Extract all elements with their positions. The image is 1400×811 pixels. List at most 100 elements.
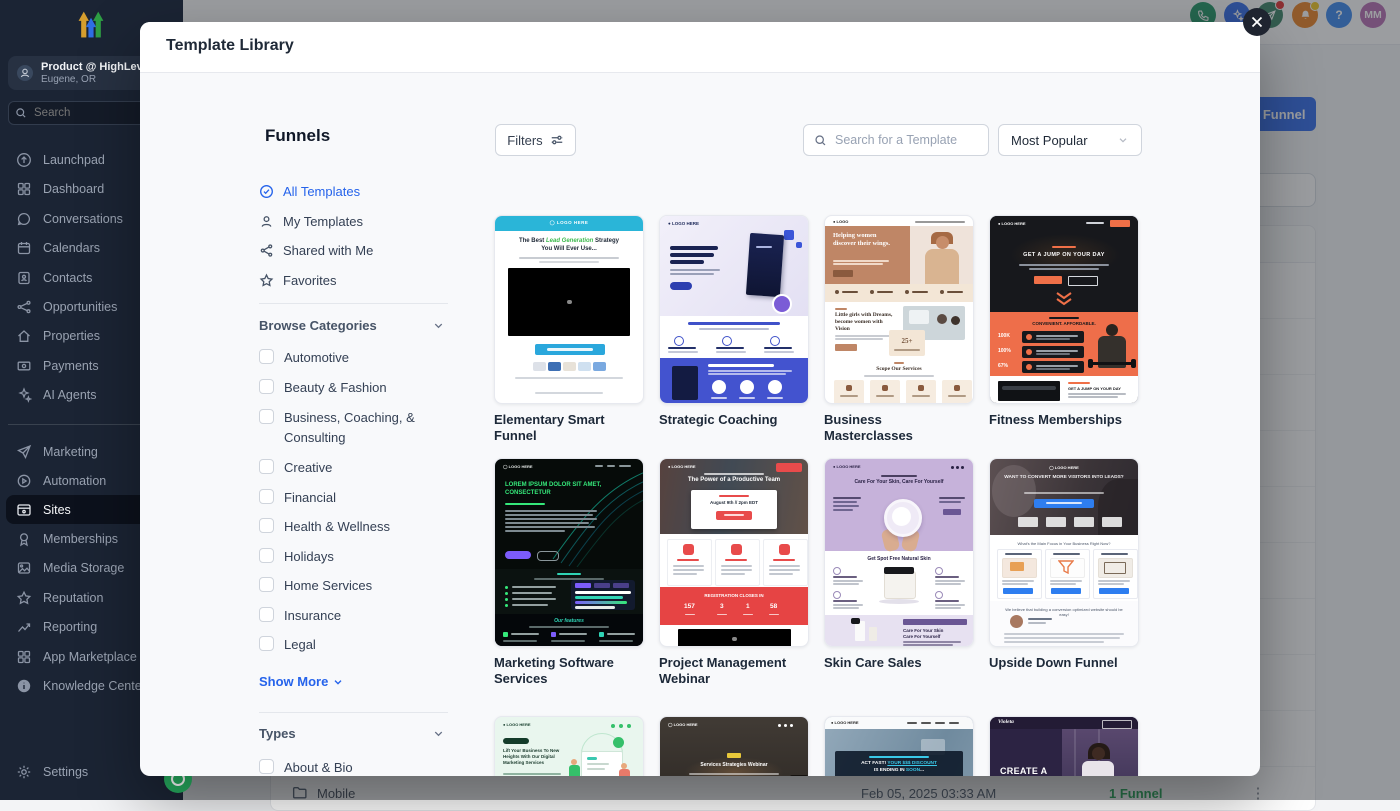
template-card[interactable]: ◯ LOGO HERE The Best Lead Generation Str… (494, 215, 644, 444)
template-title: Project Management Webinar (659, 655, 787, 686)
funnels-heading: Funnels (265, 126, 331, 145)
template-title: Business Masterclasses (824, 412, 913, 443)
category-insurance[interactable]: Insurance (259, 606, 445, 626)
share-icon (259, 243, 274, 258)
template-title: Fitness Memberships (989, 412, 1122, 427)
person-icon (259, 214, 274, 229)
template-title: Elementary Smart Funnel (494, 412, 605, 443)
payments-icon (16, 358, 32, 374)
chevron-down-icon[interactable] (432, 319, 445, 332)
panel-divider (259, 712, 448, 713)
sort-dropdown[interactable]: Most Popular (998, 124, 1142, 156)
checkbox[interactable] (259, 636, 274, 651)
panel-nav-all-templates[interactable]: All Templates (259, 180, 449, 202)
thumb-marketing-software-services[interactable]: ◯ LOGO HERE LOREM IPSUM DOLOR SIT AMET, … (494, 458, 644, 647)
checkbox[interactable] (259, 577, 274, 592)
template-card[interactable]: ● LOGO HERE The Power of a Productive Te… (659, 458, 809, 687)
panel-nav-my-templates[interactable]: My Templates (259, 210, 449, 232)
close-button[interactable] (1243, 8, 1271, 36)
template-card[interactable]: ● LOGO HERE Strategic Coaching (659, 215, 809, 428)
star-icon (16, 590, 32, 606)
modal-title: Template Library (166, 37, 294, 54)
template-search-box[interactable] (803, 124, 989, 156)
highlevel-logo-icon (78, 11, 104, 38)
checkbox[interactable] (259, 379, 274, 394)
template-card[interactable]: Violeta CREATE A LIFE YOU (989, 716, 1139, 776)
sparkles-icon (16, 386, 32, 403)
browse-categories-heading: Browse Categories (259, 318, 377, 333)
category-beauty-fashion[interactable]: Beauty & Fashion (259, 378, 445, 398)
template-library-modal: Template Library Funnels All Templates M… (140, 22, 1260, 776)
account-location: Eugene, OR (41, 73, 97, 85)
thumb-digital-marketing-mint[interactable]: ● LOGO HERE Lift Your Business To New He… (494, 716, 644, 776)
category-health-wellness[interactable]: Health & Wellness (259, 517, 445, 537)
template-card[interactable]: ● LOGO HERE Care For Your Skin, Care For… (824, 458, 974, 671)
template-card[interactable]: ● LOGO HERE Lift Your Business To New He… (494, 716, 644, 776)
panel-divider (259, 303, 448, 304)
chevron-down-icon (1119, 138, 1127, 143)
info-icon (16, 678, 32, 694)
panel-nav-shared-with-me[interactable]: Shared with Me (259, 239, 449, 261)
category-holidays[interactable]: Holidays (259, 547, 445, 567)
account-name: Product @ HighLevel (41, 60, 152, 73)
close-icon (1251, 16, 1263, 28)
sliders-icon (551, 135, 562, 145)
type-about-bio[interactable]: About & Bio (259, 758, 445, 776)
thumb-skin-care-sales[interactable]: ● LOGO HERE Care For Your Skin, Care For… (824, 458, 974, 647)
template-title: Skin Care Sales (824, 655, 922, 670)
template-card[interactable]: ◯ LOGO HERE Services Strategies Webinar (659, 716, 809, 776)
template-card[interactable]: ● LOGO HERE GET A JUMP ON YOUR DAY CONVE… (989, 215, 1139, 428)
template-title: Upside Down Funnel (989, 655, 1118, 670)
check-circle-icon (259, 184, 274, 199)
thumb-upside-down-funnel[interactable]: ◯ LOGO HERE WANT TO CONVERT MORE VISITOR… (989, 458, 1139, 647)
filters-button[interactable]: Filters (495, 124, 576, 156)
category-home-services[interactable]: Home Services (259, 576, 445, 596)
thumb-project-management-webinar[interactable]: ● LOGO HERE The Power of a Productive Te… (659, 458, 809, 647)
checkbox[interactable] (259, 489, 274, 504)
thumb-business-masterclasses[interactable]: ● LOGO Helping women discover their wing… (824, 215, 974, 404)
category-business-coaching[interactable]: Business, Coaching, & Consulting (259, 408, 445, 448)
thumb-discount-countdown[interactable]: ● LOGO HERE ACT FAST! YOUR $$$ DISCOUNT I… (824, 716, 974, 776)
show-more-button[interactable]: Show More (259, 674, 344, 689)
template-card[interactable]: ◯ LOGO HERE LOREM IPSUM DOLOR SIT AMET, … (494, 458, 644, 687)
thumb-fitness-memberships[interactable]: ● LOGO HERE GET A JUMP ON YOUR DAY CONVE… (989, 215, 1139, 404)
checkbox[interactable] (259, 409, 274, 424)
checkbox[interactable] (259, 548, 274, 563)
template-title: Marketing Software Services (494, 655, 614, 686)
template-card[interactable]: ● LOGO Helping women discover their wing… (824, 215, 974, 444)
launchpad-icon (16, 152, 32, 168)
chat-icon (16, 211, 32, 227)
category-creative[interactable]: Creative (259, 458, 445, 478)
checkbox[interactable] (259, 607, 274, 622)
template-card[interactable]: ◯ LOGO HERE WANT TO CONVERT MORE VISITOR… (989, 458, 1139, 671)
chevron-down-icon[interactable] (432, 727, 445, 740)
chevron-down-decoration (1056, 292, 1072, 306)
thumb-services-strategies-webinar[interactable]: ◯ LOGO HERE Services Strategies Webinar (659, 716, 809, 776)
checkbox[interactable] (259, 759, 274, 774)
category-financial[interactable]: Financial (259, 488, 445, 508)
template-card[interactable]: ● LOGO HERE ACT FAST! YOUR $$$ DISCOUNT I… (824, 716, 974, 776)
thumb-create-a-life[interactable]: Violeta CREATE A LIFE YOU (989, 716, 1139, 776)
template-search-input[interactable] (833, 132, 978, 148)
play-circle-icon (16, 473, 32, 489)
thumb-strategic-coaching[interactable]: ● LOGO HERE (659, 215, 809, 404)
category-automotive[interactable]: Automotive (259, 348, 445, 368)
send-icon (16, 444, 32, 460)
trend-icon (16, 619, 32, 635)
category-legal[interactable]: Legal (259, 635, 445, 655)
grid-icon (16, 649, 32, 665)
search-icon (15, 107, 27, 119)
checkbox[interactable] (259, 459, 274, 474)
modal-header: Template Library (140, 22, 1260, 73)
checkbox[interactable] (259, 518, 274, 533)
checkbox[interactable] (259, 349, 274, 364)
medal-icon (16, 531, 32, 547)
search-icon (814, 134, 827, 147)
sort-value: Most Popular (1011, 132, 1088, 148)
thumb-elementary-smart-funnel[interactable]: ◯ LOGO HERE The Best Lead Generation Str… (494, 215, 644, 404)
gear-icon (16, 764, 32, 780)
contacts-icon (16, 270, 32, 286)
sidebar-search-input[interactable] (32, 106, 137, 120)
types-heading: Types (259, 726, 296, 741)
panel-nav-favorites[interactable]: Favorites (259, 269, 449, 291)
